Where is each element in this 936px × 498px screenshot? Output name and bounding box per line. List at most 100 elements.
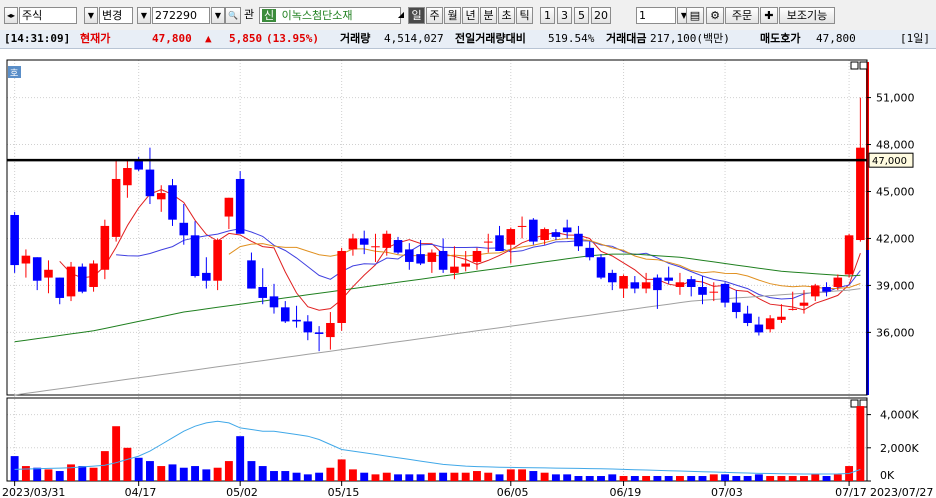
period-button-0[interactable]: 일 bbox=[408, 7, 425, 24]
candle-body bbox=[405, 249, 414, 262]
candle-body bbox=[844, 235, 854, 275]
volume-bar bbox=[224, 461, 233, 481]
volume-bar bbox=[191, 466, 200, 481]
period-button-3[interactable]: 년 bbox=[462, 7, 479, 24]
candle-body bbox=[551, 232, 561, 237]
mode-select[interactable]: 변경 bbox=[99, 7, 133, 24]
period-button-4[interactable]: 분 bbox=[480, 7, 497, 24]
volume-bar bbox=[800, 476, 808, 481]
code-dropdown-icon[interactable]: ▼ bbox=[137, 7, 151, 24]
period-button-6[interactable]: 틱 bbox=[516, 7, 533, 24]
stock-name-field[interactable]: 신 이녹스첨단소재 bbox=[259, 7, 401, 24]
volume-bar bbox=[721, 474, 729, 481]
code-dropdown-arrow-icon[interactable]: ▼ bbox=[211, 7, 225, 24]
volume-bar bbox=[337, 459, 346, 481]
volume-bar bbox=[833, 474, 842, 481]
candle-body bbox=[371, 246, 380, 248]
volume-bar bbox=[461, 472, 470, 481]
volume-bar bbox=[326, 467, 335, 481]
candle-body bbox=[123, 168, 132, 186]
market-select[interactable]: 주식 bbox=[19, 7, 77, 24]
ma-line bbox=[228, 237, 861, 290]
interval-button-3[interactable]: 20 bbox=[591, 7, 611, 24]
volume-bar bbox=[495, 474, 504, 481]
order-button[interactable]: 주문 bbox=[725, 7, 759, 24]
candle-body bbox=[393, 240, 403, 253]
candle-body bbox=[856, 147, 865, 241]
current-price-label: 현재가 bbox=[80, 32, 111, 45]
volume-bar bbox=[743, 476, 752, 481]
volume-bar bbox=[551, 474, 560, 481]
stock-name-dropdown-icon[interactable]: ◢ bbox=[396, 7, 406, 24]
volume-bar bbox=[484, 472, 493, 481]
volume-bar bbox=[168, 464, 177, 481]
volume-bar bbox=[78, 466, 87, 481]
period-button-5[interactable]: 초 bbox=[498, 7, 515, 24]
candle-body bbox=[337, 250, 346, 323]
volume-bar bbox=[563, 474, 572, 481]
chart-area[interactable]: 호 47,000 51,000 48,000 45,000 42,000 39,000 3… bbox=[0, 50, 936, 498]
mode-dropdown-icon[interactable]: ▼ bbox=[84, 7, 98, 24]
period-button-1[interactable]: 주 bbox=[426, 7, 443, 24]
interval-button-2[interactable]: 5 bbox=[574, 7, 589, 24]
candle-body bbox=[44, 269, 53, 278]
candle-body bbox=[495, 235, 504, 251]
volume-bar bbox=[518, 469, 527, 481]
aux-functions-button[interactable]: 보조기능 bbox=[779, 7, 835, 24]
calendar-icon[interactable]: ▤ bbox=[686, 7, 704, 24]
candle-body bbox=[235, 178, 245, 234]
crosshair-icon[interactable]: ✚ bbox=[760, 7, 778, 24]
panel-control-icon[interactable] bbox=[859, 399, 868, 408]
volume-bar bbox=[348, 469, 357, 481]
quote-time: [14:31:09] bbox=[4, 32, 71, 45]
volume-bar bbox=[371, 474, 380, 481]
candle-body bbox=[517, 225, 527, 227]
period-button-2[interactable]: 월 bbox=[444, 7, 461, 24]
volume-bar bbox=[608, 474, 617, 481]
price-change: 5,850 bbox=[229, 32, 263, 45]
date-tick-label: 05/02 bbox=[226, 486, 258, 498]
stock-name: 이녹스첨단소재 bbox=[281, 9, 353, 22]
price-tick-label: 51,000 bbox=[876, 92, 915, 105]
candle-body bbox=[788, 308, 797, 310]
volume-bar bbox=[157, 466, 166, 481]
volume-bar bbox=[202, 469, 211, 481]
date-axis: 2023/03/31 04/17 05/02 05/15 06/05 06/19 07/03… bbox=[2, 481, 933, 498]
candle-body bbox=[78, 266, 87, 292]
candle-body bbox=[743, 313, 752, 323]
interval-button-1[interactable]: 3 bbox=[557, 7, 572, 24]
volume-bar bbox=[213, 467, 222, 481]
panel-control-icon[interactable] bbox=[859, 61, 868, 70]
moving-averages bbox=[14, 189, 861, 475]
stock-code-input[interactable]: 272290 bbox=[152, 7, 210, 24]
candle-body bbox=[562, 227, 572, 233]
toolbar: ◂▸ 주식 ▼ 변경 ▼ 272290 ▼ 🔍 관 신 이녹스첨단소재 ◢ 1 … bbox=[0, 0, 936, 31]
candle-body bbox=[156, 193, 166, 200]
search-icon[interactable]: 🔍 bbox=[225, 7, 241, 24]
panel-control-icon[interactable] bbox=[850, 61, 859, 70]
volume-bar bbox=[405, 474, 414, 481]
search-label[interactable]: 관 bbox=[242, 7, 258, 24]
vs-prev-volume-label: 전일거래량대비 bbox=[455, 32, 526, 45]
volume-bar bbox=[303, 474, 312, 481]
panel-control-icon[interactable] bbox=[850, 399, 859, 408]
volume-label: 거래량 bbox=[340, 32, 371, 45]
settings-icon[interactable]: ⚙ bbox=[706, 7, 724, 24]
candle-body bbox=[529, 219, 538, 242]
date-tick-label: 07/17 bbox=[835, 486, 867, 498]
volume-bar bbox=[574, 476, 583, 481]
candle-body bbox=[675, 282, 685, 287]
ask-price-value: 47,800 bbox=[816, 32, 856, 45]
volume-bar bbox=[540, 472, 549, 481]
price-panel-tag[interactable]: 호 bbox=[8, 66, 21, 79]
candle-body bbox=[21, 255, 31, 264]
market-selector-icon[interactable]: ◂▸ bbox=[4, 7, 18, 24]
candle-body bbox=[416, 254, 425, 264]
count-input[interactable]: 1 bbox=[636, 7, 676, 24]
candle-body bbox=[314, 332, 324, 334]
interval-button-0[interactable]: 1 bbox=[540, 7, 555, 24]
candle-body bbox=[258, 286, 268, 298]
volume-bar bbox=[247, 461, 256, 481]
volume-bar bbox=[788, 476, 797, 481]
candle-body bbox=[472, 250, 482, 262]
